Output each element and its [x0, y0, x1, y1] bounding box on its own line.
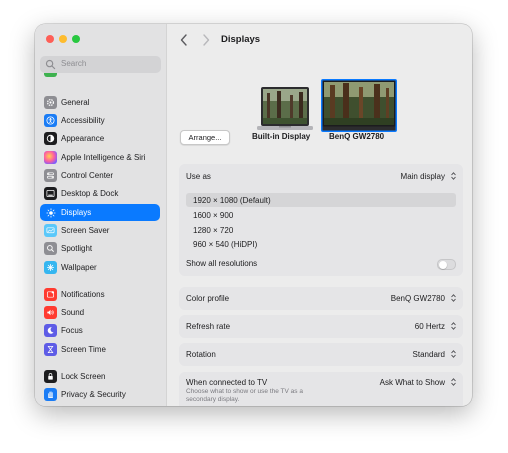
search-input[interactable]: Search — [61, 59, 86, 68]
notifications-icon — [44, 288, 57, 301]
sidebar-item-label: Wallpaper — [61, 263, 97, 272]
arrange-button[interactable]: Arrange... — [180, 130, 230, 145]
gear-icon — [44, 96, 57, 109]
color-profile-label: Color profile — [186, 294, 230, 303]
accessibility-icon — [44, 114, 57, 127]
sidebar-item-label: Lock Screen — [61, 372, 106, 381]
moon-icon — [44, 324, 57, 337]
minimize-window-button[interactable] — [59, 35, 67, 43]
builtin-display-thumbnail[interactable] — [257, 87, 313, 132]
sidebar-item-general[interactable]: General — [40, 94, 160, 111]
tv-connection-card: When connected to TV Ask What to Show Ch… — [179, 372, 463, 406]
chevron-updown-icon[interactable] — [450, 321, 457, 331]
chevron-updown-icon[interactable] — [450, 171, 457, 181]
chevron-left-icon[interactable] — [178, 33, 190, 47]
rotation-select[interactable]: Standard — [413, 350, 445, 359]
hourglass-icon — [44, 343, 57, 356]
resolution-label: 1920 × 1080 (Default) — [193, 196, 271, 205]
sidebar-item-siri[interactable]: Apple Intelligence & Siri — [40, 149, 160, 166]
tv-connection-label: When connected to TV — [186, 378, 268, 387]
use-as-select[interactable]: Main display — [401, 172, 445, 181]
sidebar-item-label: Displays — [61, 208, 92, 217]
sidebar-item-label: Appearance — [61, 134, 105, 143]
chevron-right-icon[interactable] — [200, 33, 212, 47]
resolution-option[interactable]: 960 × 540 (HiDPI) — [186, 237, 456, 251]
sidebar-item-focus[interactable]: Focus — [40, 322, 160, 339]
sidebar-item-label: Spotlight — [61, 244, 93, 253]
sidebar-item-label: Privacy & Security — [61, 390, 126, 399]
sidebar-item-label: Apple Intelligence & Siri — [61, 153, 146, 162]
sidebar-item-label: Sound — [61, 308, 85, 317]
tv-connection-description-2: secondary display. — [186, 396, 240, 403]
use-as-label: Use as — [186, 172, 211, 181]
show-all-resolutions-label: Show all resolutions — [186, 259, 258, 268]
sidebar-item-desktop-dock[interactable]: Desktop & Dock — [40, 185, 160, 202]
partial-sidebar-icon — [44, 73, 57, 77]
hand-icon — [44, 388, 57, 401]
color-profile-card: Color profile BenQ GW2780 — [179, 287, 463, 310]
resolution-option[interactable]: 1600 × 900 — [186, 208, 456, 222]
dock-icon — [44, 187, 57, 200]
main-content: Displays Arrange... Built-in Display Ben… — [167, 24, 472, 406]
close-window-button[interactable] — [46, 35, 54, 43]
refresh-rate-select[interactable]: 60 Hertz — [415, 322, 445, 331]
sidebar-item-label: Screen Saver — [61, 226, 110, 235]
sidebar-item-appearance[interactable]: Appearance — [40, 130, 160, 147]
sidebar-item-lock-screen[interactable]: Lock Screen — [40, 368, 160, 385]
page-title: Displays — [221, 34, 261, 45]
chevron-updown-icon[interactable] — [450, 293, 457, 303]
appearance-icon — [44, 132, 57, 145]
show-all-resolutions-toggle[interactable] — [437, 259, 456, 270]
chevron-updown-icon[interactable] — [450, 349, 457, 359]
settings-window: Search General Accessibility Appearance … — [35, 24, 472, 406]
resolution-option[interactable]: 1280 × 720 — [186, 223, 456, 237]
sound-icon — [44, 306, 57, 319]
tv-connection-description: Choose what to show or use the TV as a — [186, 388, 303, 395]
spotlight-icon — [44, 242, 57, 255]
sidebar: Search General Accessibility Appearance … — [35, 24, 167, 406]
sidebar-item-label: Desktop & Dock — [61, 189, 119, 198]
wallpaper-icon — [44, 261, 57, 274]
resolution-label: 1600 × 900 — [193, 211, 234, 220]
rotation-card: Rotation Standard — [179, 343, 463, 366]
search-field[interactable]: Search — [40, 56, 161, 73]
toggle-knob — [438, 260, 447, 269]
zoom-window-button[interactable] — [72, 35, 80, 43]
sidebar-item-displays[interactable]: Displays — [40, 204, 160, 221]
sidebar-item-control-center[interactable]: Control Center — [40, 167, 160, 184]
sidebar-item-label: Screen Time — [61, 345, 106, 354]
sidebar-item-label: Control Center — [61, 171, 114, 180]
external-display-thumbnail[interactable] — [321, 79, 397, 132]
resolution-label: 960 × 540 (HiDPI) — [193, 240, 258, 249]
screen-saver-icon — [44, 224, 57, 237]
chevron-updown-icon[interactable] — [450, 377, 457, 387]
tv-connection-select[interactable]: Ask What to Show — [380, 378, 445, 387]
refresh-rate-label: Refresh rate — [186, 322, 231, 331]
search-icon — [45, 59, 56, 70]
sidebar-item-label: Notifications — [61, 290, 105, 299]
color-profile-select[interactable]: BenQ GW2780 — [391, 294, 445, 303]
sidebar-item-spotlight[interactable]: Spotlight — [40, 240, 160, 257]
sidebar-item-privacy-security[interactable]: Privacy & Security — [40, 386, 160, 403]
sidebar-item-accessibility[interactable]: Accessibility — [40, 112, 160, 129]
sidebar-item-screen-time[interactable]: Screen Time — [40, 341, 160, 358]
display-settings-card: Use as Main display 1920 × 1080 (Default… — [179, 164, 463, 276]
control-center-icon — [44, 169, 57, 182]
resolution-option[interactable]: 1920 × 1080 (Default) — [186, 193, 456, 207]
resolution-label: 1280 × 720 — [193, 226, 234, 235]
sidebar-item-wallpaper[interactable]: Wallpaper — [40, 259, 160, 276]
sidebar-item-screen-saver[interactable]: Screen Saver — [40, 222, 160, 239]
sun-icon — [44, 206, 57, 219]
sidebar-item-sound[interactable]: Sound — [40, 304, 160, 321]
siri-icon — [44, 151, 57, 164]
sidebar-item-label: Accessibility — [61, 116, 105, 125]
sidebar-item-label: General — [61, 98, 90, 107]
rotation-label: Rotation — [186, 350, 216, 359]
refresh-rate-card: Refresh rate 60 Hertz — [179, 315, 463, 338]
sidebar-item-notifications[interactable]: Notifications — [40, 286, 160, 303]
builtin-display-label[interactable]: Built-in Display — [252, 132, 310, 141]
lock-icon — [44, 370, 57, 383]
sidebar-item-label: Focus — [61, 326, 83, 335]
external-display-label[interactable]: BenQ GW2780 — [329, 132, 384, 141]
